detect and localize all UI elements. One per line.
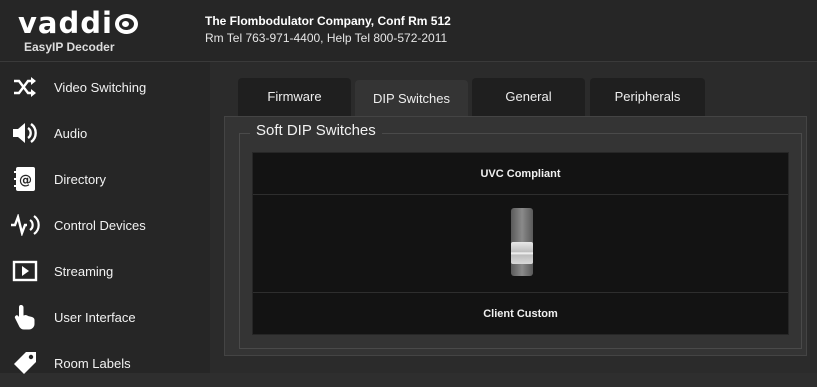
dip-toggle-switch[interactable] [511, 208, 533, 276]
sidebar-item-label: Control Devices [54, 218, 146, 233]
sidebar-item-room-labels[interactable]: Room Labels [0, 341, 210, 387]
pointer-hand-icon [10, 303, 40, 331]
address-book-icon: @ [10, 165, 40, 193]
dip-switches-panel: Soft DIP Switches UVC Compliant Client C… [224, 116, 807, 356]
dip-switch-control: UVC Compliant Client Custom [252, 152, 789, 335]
play-icon [10, 257, 40, 285]
tab-label: Firmware [267, 89, 322, 104]
vaddio-logo: vaddi EasyIP Decoder [18, 8, 138, 54]
tab-firmware[interactable]: Firmware [238, 78, 351, 116]
sidebar-item-label: Audio [54, 126, 88, 141]
sidebar-item-streaming[interactable]: Streaming [0, 249, 210, 295]
sidebar-item-label: Directory [54, 172, 107, 187]
tab-dip-switches[interactable]: DIP Switches [355, 80, 468, 116]
group-legend: Soft DIP Switches [250, 122, 382, 139]
sidebar-nav: Video Switching Audio @ Directory Contro… [0, 62, 210, 374]
switch-option-client-custom[interactable]: Client Custom [253, 292, 788, 334]
svg-text:@: @ [19, 173, 32, 188]
toggle-knob[interactable] [511, 242, 533, 264]
soft-dip-switches-group: Soft DIP Switches UVC Compliant Client C… [239, 122, 802, 349]
main-content: Firmware DIP Switches General Peripheral… [210, 62, 817, 373]
tab-label: Peripherals [614, 89, 681, 104]
switch-option-uvc-compliant[interactable]: UVC Compliant [253, 153, 788, 195]
room-info: The Flombodulator Company, Conf Rm 512 R… [205, 14, 451, 45]
product-name: EasyIP Decoder [24, 40, 115, 54]
logo-o-mark [114, 14, 138, 34]
sidebar-item-audio[interactable]: Audio [0, 111, 210, 157]
sidebar-item-label: User Interface [54, 310, 136, 325]
sidebar-item-label: Video Switching [54, 80, 147, 95]
sidebar-item-video-switching[interactable]: Video Switching [0, 65, 210, 111]
sidebar-item-user-interface[interactable]: User Interface [0, 295, 210, 341]
sidebar-item-directory[interactable]: @ Directory [0, 157, 210, 203]
tab-general[interactable]: General [472, 78, 585, 116]
room-name: The Flombodulator Company, Conf Rm 512 [205, 14, 451, 28]
tab-label: General [505, 89, 552, 104]
app-header: vaddi EasyIP Decoder The Flombodulator C… [0, 0, 817, 62]
logo-wordmark: vaddi [18, 6, 113, 40]
sidebar-item-control-devices[interactable]: Control Devices [0, 203, 210, 249]
sidebar-item-label: Room Labels [54, 356, 131, 371]
shuffle-icon [10, 73, 40, 101]
room-phone-info: Rm Tel 763-971-4400, Help Tel 800-572-20… [205, 31, 448, 45]
tab-peripherals[interactable]: Peripherals [590, 78, 705, 116]
sidebar-item-label: Streaming [54, 264, 114, 279]
speaker-icon [10, 119, 40, 147]
control-signal-icon [10, 211, 40, 239]
tab-label: DIP Switches [372, 91, 451, 106]
